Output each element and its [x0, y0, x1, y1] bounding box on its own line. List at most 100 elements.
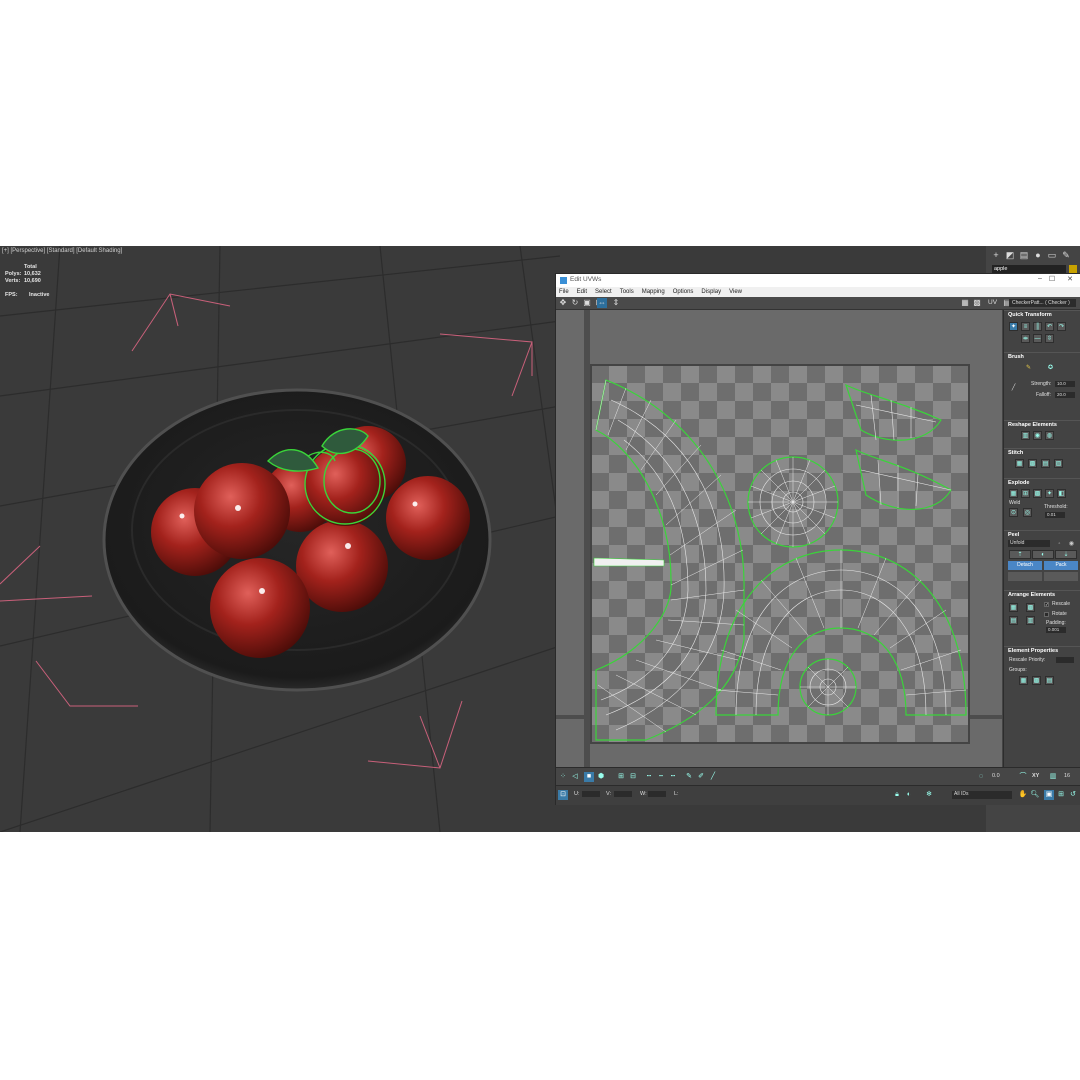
rotate-checkbox[interactable]: [1044, 612, 1049, 617]
falloff-curve-icon[interactable]: ⌒: [1018, 772, 1028, 782]
detach-edge-icon[interactable]: ⊞: [1021, 489, 1030, 498]
object-color-swatch[interactable]: [1069, 265, 1077, 273]
flip-icon[interactable]: ⇕: [611, 298, 621, 308]
select-element-icon[interactable]: ⬢: [596, 772, 606, 782]
menu-mapping[interactable]: Mapping: [642, 289, 665, 295]
stitch-header[interactable]: Stitch: [1004, 448, 1080, 457]
straighten-selection-icon[interactable]: ▥: [1021, 431, 1030, 440]
hide-icon[interactable]: ◐: [904, 790, 914, 800]
w-field[interactable]: [648, 791, 666, 797]
strength-input[interactable]: 10.0: [1055, 381, 1075, 387]
window-titlebar[interactable]: Edit UVWs – ☐ ✕: [556, 274, 1080, 287]
select-pins-button[interactable]: [1044, 572, 1078, 581]
offset-icon[interactable]: ▥: [1048, 772, 1058, 782]
grid-size-value[interactable]: 16: [1064, 773, 1070, 779]
stitch-source-icon[interactable]: ▦: [1015, 459, 1024, 468]
detach-button[interactable]: Detach: [1008, 561, 1042, 570]
rotate-plus-icon[interactable]: ↷: [1057, 322, 1066, 331]
space-horizontal-icon[interactable]: ⇹: [1021, 334, 1030, 343]
minimize-icon[interactable]: –: [1034, 275, 1046, 282]
stitch-target-icon[interactable]: ▤: [1041, 459, 1050, 468]
object-name-field[interactable]: apple: [992, 265, 1066, 273]
grow-selection-icon[interactable]: ⊞: [616, 772, 626, 782]
soft-selection-icon[interactable]: ◌: [976, 772, 986, 782]
menu-edit[interactable]: Edit: [577, 289, 587, 295]
xy-toggle[interactable]: XY: [1032, 773, 1039, 779]
group-remove-icon[interactable]: ▤: [1045, 676, 1054, 685]
rescale-priority-input[interactable]: [1056, 657, 1074, 663]
freeze-icon[interactable]: ❄: [924, 790, 934, 800]
rotate-icon[interactable]: ↻: [570, 298, 580, 308]
v-field[interactable]: [614, 791, 632, 797]
pin-edges-button[interactable]: [1008, 572, 1042, 581]
weld-target-icon[interactable]: ◎: [1023, 508, 1032, 517]
sphere-icon[interactable]: ◍: [1045, 431, 1054, 440]
select-face-icon[interactable]: ■: [584, 772, 594, 782]
modify-tab-icon[interactable]: ◩: [1004, 249, 1016, 261]
unfold-dropdown[interactable]: Unfold: [1008, 540, 1050, 547]
menu-select[interactable]: Select: [595, 289, 612, 295]
group-select-icon[interactable]: ▦: [1019, 676, 1028, 685]
weld-selected-icon[interactable]: ⊙: [1009, 508, 1018, 517]
motion-tab-icon[interactable]: ●: [1032, 249, 1044, 261]
u-field[interactable]: [582, 791, 600, 797]
lock-icon[interactable]: 🔒︎: [892, 790, 902, 800]
stitch-average-icon[interactable]: ▩: [1028, 459, 1037, 468]
stitch-custom-icon[interactable]: ▨: [1054, 459, 1063, 468]
viewport-label[interactable]: [+] [Perspective] [Standard] [Default Sh…: [2, 248, 122, 254]
quick-peel-icon[interactable]: ⇡: [1009, 550, 1031, 559]
zoom-extents-icon[interactable]: ⊞: [1056, 790, 1066, 800]
quick-transform-header[interactable]: Quick Transform: [1004, 310, 1080, 319]
pack-custom-icon[interactable]: ▦: [1009, 603, 1018, 612]
pack-together-icon[interactable]: ▩: [1026, 603, 1035, 612]
close-icon[interactable]: ✕: [1064, 275, 1076, 283]
menu-options[interactable]: Options: [673, 289, 694, 295]
mirror-icon[interactable]: ⇔: [597, 298, 607, 308]
rescale-elements-icon[interactable]: ▥: [1026, 616, 1035, 625]
peel-header[interactable]: Peel: [1004, 530, 1080, 539]
reshape-header[interactable]: Reshape Elements: [1004, 420, 1080, 429]
uv-axis-label[interactable]: UV: [988, 299, 997, 306]
element-properties-header[interactable]: Element Properties: [1004, 646, 1080, 655]
menu-display[interactable]: Display: [701, 289, 721, 295]
rescale-checkbox[interactable]: ✓: [1044, 602, 1049, 607]
perspective-viewport[interactable]: [+] [Perspective] [Standard] [Default Sh…: [0, 246, 560, 832]
flatten-by-polygon-icon[interactable]: ◧: [1057, 489, 1066, 498]
edge-loop-icon[interactable]: ┅: [668, 772, 678, 782]
maximize-icon[interactable]: ☐: [1046, 275, 1058, 283]
relax-brush-icon[interactable]: ✪: [1046, 364, 1055, 373]
uv-editor-canvas[interactable]: [556, 310, 1002, 767]
paint-select-icon[interactable]: ✐: [696, 772, 706, 782]
straighten-icon[interactable]: —: [1033, 334, 1042, 343]
brush-line-icon[interactable]: ╱: [1009, 384, 1018, 393]
hierarchy-tab-icon[interactable]: ▤: [1018, 249, 1030, 261]
arrange-header[interactable]: Arrange Elements: [1004, 590, 1080, 599]
falloff-input[interactable]: 20.0: [1055, 392, 1075, 398]
display-tab-icon[interactable]: ▭: [1046, 249, 1058, 261]
create-tab-icon[interactable]: +: [990, 249, 1002, 261]
pack-button[interactable]: Pack: [1044, 561, 1078, 570]
select-edge-icon[interactable]: ◁: [570, 772, 580, 782]
space-vertical-icon[interactable]: ⇳: [1045, 334, 1054, 343]
fit-icon[interactable]: ↺: [1068, 790, 1078, 800]
align-origin-icon[interactable]: ✦: [1009, 322, 1018, 331]
sketch-icon[interactable]: ✎: [684, 772, 694, 782]
peel-mode-icon[interactable]: ◐: [1032, 550, 1054, 559]
pack-normalize-icon[interactable]: ▤: [1009, 616, 1018, 625]
menu-view[interactable]: View: [729, 289, 742, 295]
checker-toggle-icon[interactable]: ▦: [960, 298, 970, 308]
scale-icon[interactable]: ▣: [582, 298, 592, 308]
checker-pattern-select[interactable]: CheckerPatt... ( Checker ): [1009, 299, 1076, 307]
soft-selection-value[interactable]: 0.0: [992, 773, 1000, 779]
loop-icon[interactable]: ┅: [644, 772, 654, 782]
align-horizontal-icon[interactable]: ≡: [1021, 322, 1030, 331]
flatten-by-material-icon[interactable]: ✦: [1045, 489, 1054, 498]
material-ids-select[interactable]: All IDs: [952, 791, 1012, 799]
pin-icon[interactable]: ◦: [1056, 540, 1063, 547]
align-vertical-icon[interactable]: ║: [1033, 322, 1042, 331]
absolute-mode-icon[interactable]: ⊡: [558, 790, 568, 800]
reset-peel-icon[interactable]: ⇣: [1055, 550, 1077, 559]
texture-toggle-icon[interactable]: ▩: [972, 298, 982, 308]
pan-icon[interactable]: ✋: [1018, 790, 1028, 800]
threshold-input[interactable]: 0.01: [1045, 512, 1065, 518]
